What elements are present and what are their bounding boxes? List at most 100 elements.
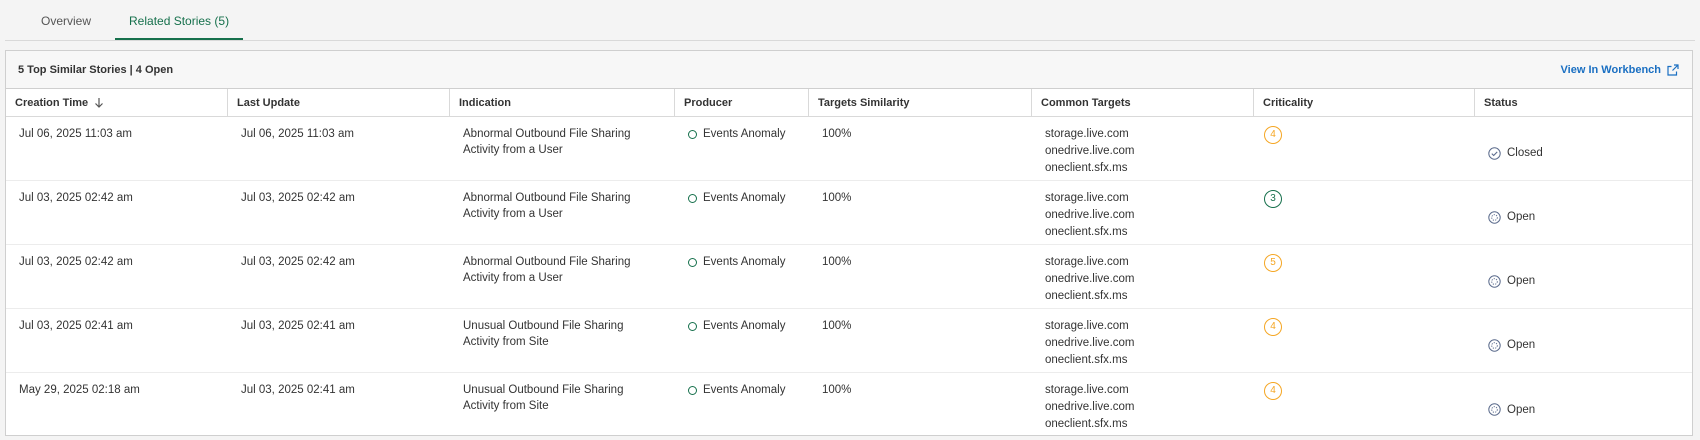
common-target: oneclient.sfx.ms: [1045, 290, 1128, 302]
common-target: oneclient.sfx.ms: [1045, 162, 1128, 174]
status-label: Open: [1507, 339, 1536, 351]
creation-time-cell: Jul 03, 2025 02:41 am: [19, 320, 133, 332]
indication-cell[interactable]: Unusual Outbound File Sharing Activity f…: [450, 373, 675, 437]
tab-related-stories[interactable]: Related Stories (5): [115, 14, 244, 40]
producer-status-dot-icon: [688, 258, 697, 267]
criticality-cell: 4: [1254, 373, 1475, 437]
criticality-cell: 3: [1254, 181, 1475, 244]
criticality-badge: 4: [1264, 318, 1282, 336]
column-header-last-update[interactable]: Last Update: [228, 89, 450, 117]
arrow-down-icon: [95, 98, 104, 108]
producer-label: Events Anomaly: [703, 384, 786, 396]
indication-cell[interactable]: Unusual Outbound File Sharing Activity f…: [450, 309, 675, 372]
last-update-cell: Jul 03, 2025 02:42 am: [241, 192, 355, 204]
view-in-workbench-link[interactable]: View In Workbench: [1561, 64, 1679, 76]
status-label: Open: [1507, 403, 1536, 416]
status-label: Open: [1507, 211, 1536, 223]
external-link-icon: [1667, 63, 1679, 76]
common-target: storage.live.com: [1045, 384, 1129, 396]
producer-cell: Events Anomaly: [675, 181, 809, 244]
view-in-workbench-label: View In Workbench: [1560, 63, 1661, 76]
indication-cell[interactable]: Abnormal Outbound File Sharing Activity …: [450, 245, 675, 308]
creation-time-cell: Jul 06, 2025 11:03 am: [19, 128, 132, 140]
criticality-cell: 4: [1254, 309, 1475, 372]
criticality-badge: 3: [1264, 190, 1282, 208]
last-update-cell: Jul 06, 2025 11:03 am: [241, 128, 354, 140]
targets-similarity-cell: 100%: [822, 256, 852, 268]
producer-status-dot-icon: [688, 130, 697, 139]
table-row[interactable]: May 29, 2025 02:18 am Jul 03, 2025 02:41 …: [6, 373, 1692, 437]
common-target: onedrive.live.com: [1045, 145, 1135, 157]
column-header-status[interactable]: Status: [1475, 89, 1692, 117]
column-header-label: Creation Time: [15, 96, 89, 109]
open-status-icon: [1488, 210, 1501, 224]
creation-time-cell: May 29, 2025 02:18 am: [19, 384, 140, 396]
common-targets-cell: storage.live.com onedrive.live.com oneclie…: [1032, 309, 1254, 372]
open-status-icon: [1488, 403, 1501, 416]
producer-status-dot-icon: [688, 194, 697, 203]
common-target: onedrive.live.com: [1045, 337, 1135, 349]
creation-time-cell: Jul 03, 2025 02:42 am: [19, 256, 133, 268]
common-targets-cell: storage.live.com onedrive.live.com oneclie…: [1032, 181, 1254, 244]
producer-cell: Events Anomaly: [675, 117, 809, 180]
common-target: storage.live.com: [1045, 192, 1129, 204]
criticality-badge: 4: [1264, 126, 1282, 144]
status-cell: Open: [1475, 181, 1692, 244]
table-row[interactable]: Jul 06, 2025 11:03 am Jul 06, 2025 11:03 …: [6, 117, 1692, 181]
targets-similarity-cell: 100%: [822, 384, 852, 396]
column-header-common-targets[interactable]: Common Targets: [1032, 89, 1254, 117]
table-body: Jul 06, 2025 11:03 am Jul 06, 2025 11:03 …: [6, 117, 1692, 437]
check-circle-icon: [1488, 146, 1501, 160]
creation-time-cell: Jul 03, 2025 02:42 am: [19, 192, 133, 204]
last-update-cell: Jul 03, 2025 02:41 am: [241, 384, 355, 396]
indication-cell[interactable]: Abnormal Outbound File Sharing Activity …: [450, 117, 675, 180]
criticality-badge: 5: [1264, 254, 1282, 272]
common-target: onedrive.live.com: [1045, 209, 1135, 221]
common-targets-cell: storage.live.com onedrive.live.com oneclie…: [1032, 373, 1254, 437]
column-header-producer[interactable]: Producer: [675, 89, 809, 117]
table-header: Creation Time Last Update Indication Pro…: [6, 89, 1692, 117]
open-status-icon: [1488, 274, 1501, 288]
producer-status-dot-icon: [688, 386, 697, 395]
column-header-indication[interactable]: Indication: [450, 89, 675, 117]
targets-similarity-cell: 100%: [822, 128, 852, 140]
status-label: Closed: [1507, 147, 1543, 159]
targets-similarity-cell: 100%: [822, 192, 852, 204]
producer-cell: Events Anomaly: [675, 309, 809, 372]
common-target: oneclient.sfx.ms: [1045, 418, 1128, 430]
indication-cell[interactable]: Abnormal Outbound File Sharing Activity …: [450, 181, 675, 244]
panel-header: 5 Top Similar Stories | 4 Open View In W…: [6, 51, 1692, 89]
producer-label: Events Anomaly: [703, 128, 786, 140]
column-header-creation-time[interactable]: Creation Time: [6, 89, 228, 117]
criticality-cell: 4: [1254, 117, 1475, 180]
common-target: oneclient.sfx.ms: [1045, 354, 1128, 366]
column-header-targets-similarity[interactable]: Targets Similarity: [809, 89, 1032, 117]
tab-bar: Overview Related Stories (5): [5, 0, 1695, 41]
producer-status-dot-icon: [688, 322, 697, 331]
table-row[interactable]: Jul 03, 2025 02:42 am Jul 03, 2025 02:42 …: [6, 181, 1692, 245]
status-cell: Closed: [1475, 117, 1692, 180]
producer-label: Events Anomaly: [703, 320, 786, 332]
producer-cell: Events Anomaly: [675, 245, 809, 308]
status-cell: Open: [1475, 309, 1692, 372]
related-stories-panel: 5 Top Similar Stories | 4 Open View In W…: [5, 50, 1693, 436]
last-update-cell: Jul 03, 2025 02:42 am: [241, 256, 355, 268]
status-label: Open: [1507, 275, 1536, 287]
producer-label: Events Anomaly: [703, 192, 786, 204]
common-targets-cell: storage.live.com onedrive.live.com oneclie…: [1032, 245, 1254, 308]
status-cell: Open: [1475, 245, 1692, 308]
last-update-cell: Jul 03, 2025 02:41 am: [241, 320, 355, 332]
tab-overview[interactable]: Overview: [27, 14, 105, 40]
common-target: storage.live.com: [1045, 128, 1129, 140]
producer-label: Events Anomaly: [703, 256, 786, 268]
column-header-criticality[interactable]: Criticality: [1254, 89, 1475, 117]
table-row[interactable]: Jul 03, 2025 02:42 am Jul 03, 2025 02:42 …: [6, 245, 1692, 309]
criticality-badge: 4: [1264, 382, 1282, 400]
status-cell: Open: [1475, 373, 1692, 437]
stories-summary: 5 Top Similar Stories | 4 Open: [18, 63, 174, 76]
common-target: storage.live.com: [1045, 256, 1129, 268]
common-target: onedrive.live.com: [1045, 273, 1135, 285]
table-row[interactable]: Jul 03, 2025 02:41 am Jul 03, 2025 02:41 …: [6, 309, 1692, 373]
common-target: oneclient.sfx.ms: [1045, 226, 1128, 238]
open-status-icon: [1488, 338, 1501, 352]
